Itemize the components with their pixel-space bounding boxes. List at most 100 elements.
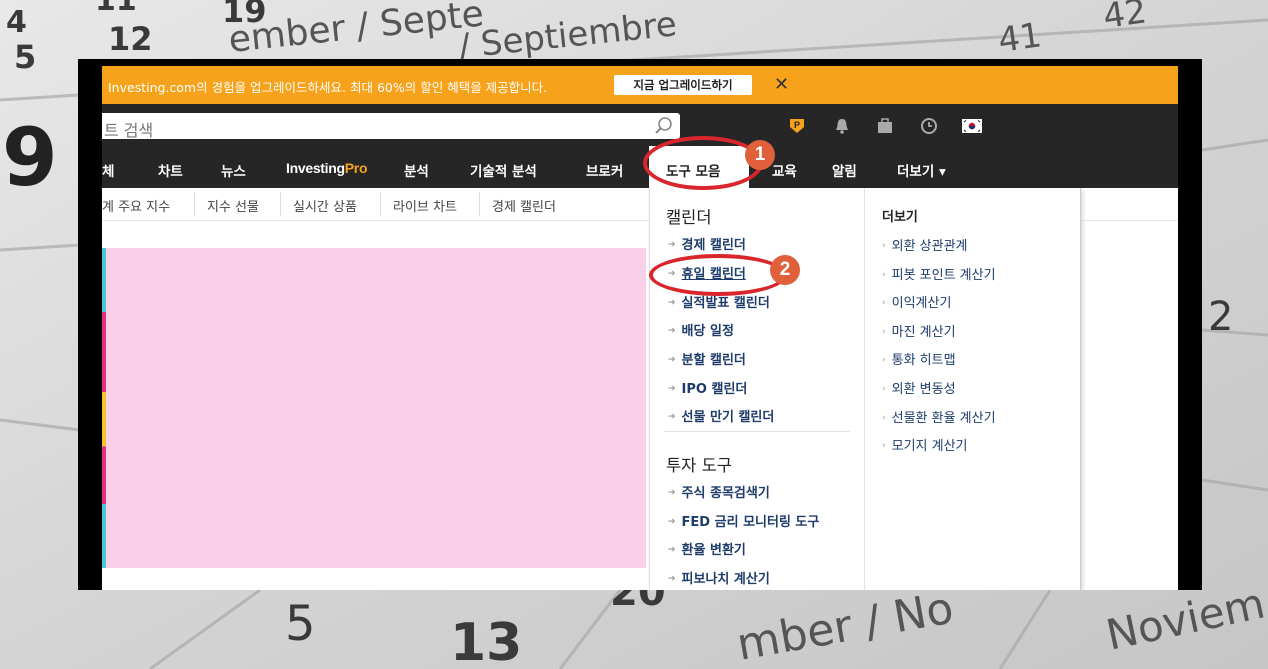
chevron-right-icon: › — [882, 270, 886, 280]
portfolio-icon[interactable] — [876, 117, 894, 135]
forward-rate-calculator-link[interactable]: › 선물환 환율 계산기 — [882, 407, 996, 426]
fx-correlation-link[interactable]: › 외환 상관관계 — [882, 235, 968, 254]
futures-expiry-calendar-link[interactable]: ➔ 선물 만기 캘린더 — [668, 406, 774, 425]
svg-text:P: P — [794, 120, 800, 130]
nav-item-charts[interactable]: 차트 — [158, 160, 183, 180]
top-bar: 트 검색 P — [102, 104, 1178, 146]
calendar-number: 41 — [996, 15, 1044, 61]
search-icon[interactable] — [654, 116, 674, 136]
margin-calculator-link[interactable]: › 마진 계산기 — [882, 321, 956, 340]
search-placeholder: 트 검색 — [104, 121, 154, 140]
link-label: FED 금리 모니터링 도구 — [681, 515, 820, 530]
arrow-icon: ➔ — [668, 545, 676, 555]
arrow-icon: ➔ — [668, 412, 676, 422]
link-label: 외환 상관관계 — [891, 239, 968, 254]
fibonacci-calculator-link[interactable]: ➔ 피보나치 계산기 — [668, 568, 770, 587]
subnav-realtime-commodities[interactable]: 실시간 상품 — [293, 196, 357, 215]
calendar-number: 42 — [1101, 0, 1149, 37]
nav-item-all[interactable]: 체 — [102, 160, 114, 180]
calendar-number: 5 — [285, 596, 316, 652]
bell-icon[interactable] — [833, 117, 851, 135]
link-label: 선물환 환율 계산기 — [891, 411, 996, 426]
search-input[interactable]: 트 검색 — [102, 113, 680, 140]
currency-converter-link[interactable]: ➔ 환율 변환기 — [668, 539, 746, 558]
profit-calculator-link[interactable]: › 이익계산기 — [882, 292, 951, 311]
link-label: IPO 캘린더 — [681, 382, 748, 397]
link-label: 실적발표 캘린더 — [681, 296, 770, 311]
arrow-icon: ➔ — [668, 240, 676, 250]
chevron-right-icon: › — [882, 241, 886, 251]
link-label: 주식 종목검색기 — [681, 486, 770, 501]
split-calendar-link[interactable]: ➔ 분할 캘린더 — [668, 349, 746, 368]
arrow-icon: ➔ — [668, 298, 676, 308]
ipo-calendar-link[interactable]: ➔ IPO 캘린더 — [668, 378, 747, 397]
currency-heatmap-link[interactable]: › 통화 히트맵 — [882, 349, 956, 368]
arrow-icon: ➔ — [668, 574, 676, 584]
promo-message: Investing.com의 경험을 업그레이드하세요. 최대 60%의 할인 … — [108, 80, 548, 95]
pro-shield-icon[interactable]: P — [788, 117, 806, 135]
link-label: 피보나치 계산기 — [681, 572, 770, 587]
dropdown-column-divider — [864, 188, 865, 590]
clock-icon[interactable] — [920, 117, 938, 135]
pivot-point-calculator-link[interactable]: › 피봇 포인트 계산기 — [882, 264, 996, 283]
promo-banner: Investing.com의 경험을 업그레이드하세요. 최대 60%의 할인 … — [102, 66, 1178, 104]
chevron-right-icon: › — [882, 384, 886, 394]
main-nav: 체 차트 뉴스 InvestingPro 분석 기술적 분석 브로커 도구 모음… — [102, 146, 1178, 188]
link-label: 경제 캘린더 — [681, 238, 746, 253]
link-label: 외환 변동성 — [891, 382, 956, 397]
subnav-major-indices[interactable]: 계 주요 지수 — [102, 196, 170, 215]
step-badge-1: 1 — [745, 140, 775, 170]
nav-item-analysis[interactable]: 분석 — [404, 160, 429, 180]
calendar-number: 9 — [2, 111, 58, 204]
arrow-icon: ➔ — [668, 517, 676, 527]
chevron-right-icon: › — [882, 298, 886, 308]
fx-volatility-link[interactable]: › 외환 변동성 — [882, 378, 956, 397]
subnav-divider — [380, 192, 381, 216]
arrow-icon: ➔ — [668, 326, 676, 336]
nav-item-more[interactable]: 더보기 ▾ — [897, 160, 946, 180]
link-label: 분할 캘린더 — [681, 353, 746, 368]
economic-calendar-link[interactable]: ➔ 경제 캘린더 — [668, 234, 746, 253]
link-label: 마진 계산기 — [891, 325, 956, 340]
calendar-number: 4 — [6, 5, 27, 40]
calendar-number: 13 — [450, 613, 522, 669]
upgrade-button[interactable]: 지금 업그레이드하기 — [614, 75, 752, 95]
link-label: 환율 변환기 — [681, 543, 746, 558]
nav-item-technical[interactable]: 기술적 분석 — [470, 160, 537, 180]
calendar-number: 2 — [1208, 294, 1233, 340]
highlight-ring-tools — [643, 136, 763, 190]
calendar-number: 5 — [14, 38, 36, 76]
left-color-strip — [102, 248, 106, 568]
subnav-economic-calendar[interactable]: 경제 캘린더 — [492, 196, 556, 215]
mortgage-calculator-link[interactable]: › 모기지 계산기 — [882, 435, 968, 454]
step-badge-2: 2 — [770, 255, 800, 285]
close-icon[interactable]: ✕ — [774, 74, 789, 95]
subnav-index-futures[interactable]: 지수 선물 — [207, 196, 259, 215]
link-label: 선물 만기 캘린더 — [681, 410, 775, 425]
link-label: 이익계산기 — [891, 296, 952, 311]
link-label: 모기지 계산기 — [891, 439, 968, 454]
nav-item-news[interactable]: 뉴스 — [221, 160, 246, 180]
stock-screener-link[interactable]: ➔ 주식 종목검색기 — [668, 482, 770, 501]
link-label: 배당 일정 — [681, 324, 734, 339]
korea-flag-icon[interactable] — [962, 119, 982, 133]
highlight-ring-holiday-calendar — [649, 254, 787, 296]
section-divider — [664, 431, 850, 432]
advertisement-placeholder[interactable] — [104, 248, 646, 568]
chevron-right-icon: › — [882, 441, 886, 451]
nav-item-education[interactable]: 교육 — [772, 160, 797, 180]
calendar-section-title: 캘린더 — [666, 208, 712, 227]
screenshot-frame: Investing.com의 경험을 업그레이드하세요. 최대 60%의 할인 … — [78, 59, 1202, 590]
chevron-right-icon: › — [882, 327, 886, 337]
dividend-calendar-link[interactable]: ➔ 배당 일정 — [668, 320, 734, 339]
nav-item-alerts[interactable]: 알림 — [832, 160, 857, 180]
fed-monitor-link[interactable]: ➔ FED 금리 모니터링 도구 — [668, 511, 819, 530]
link-label: 피봇 포인트 계산기 — [891, 268, 996, 283]
more-section-title: 더보기 — [882, 210, 918, 225]
tools-section-title: 투자 도구 — [666, 456, 732, 475]
subnav-live-charts[interactable]: 라이브 차트 — [393, 196, 457, 215]
arrow-icon: ➔ — [668, 488, 676, 498]
nav-item-brokers[interactable]: 브로커 — [586, 160, 623, 180]
nav-item-investingpro[interactable]: InvestingPro — [286, 160, 368, 176]
arrow-icon: ➔ — [668, 355, 676, 365]
